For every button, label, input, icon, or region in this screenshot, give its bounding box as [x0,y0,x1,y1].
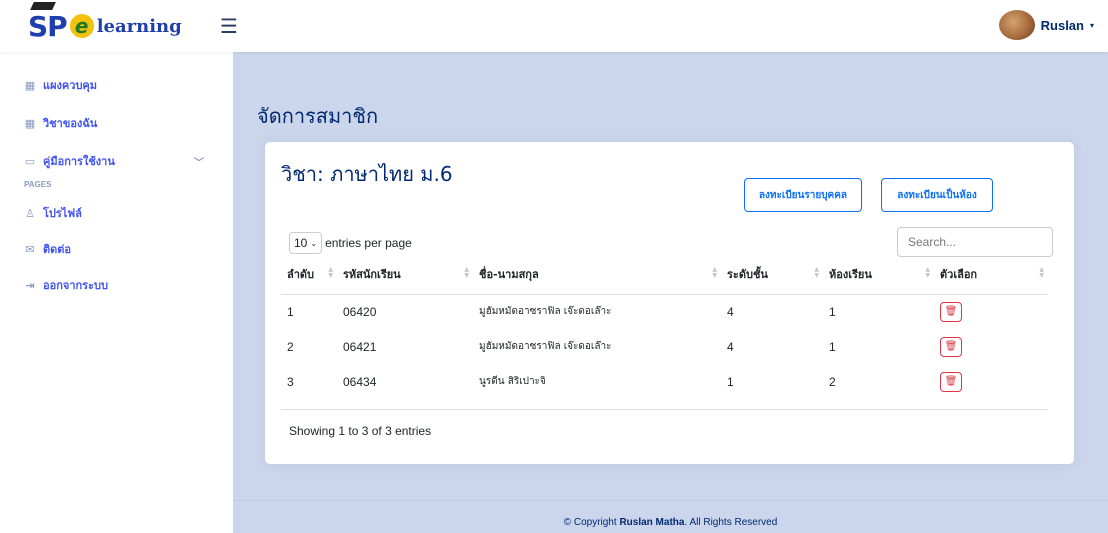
sidebar-item-label: คู่มือการใช้งาน [43,155,115,168]
sidebar-item-label: โปรไฟล์ [43,207,82,220]
sidebar-item-contact[interactable]: ✉ ติดต่อ [24,240,71,258]
table-row: 3 06434 นูรดีน สิริเปาะจิ 1 2 🗑 [281,364,1048,399]
page-title: จัดการสมาชิก [257,104,379,128]
cell-actions: 🗑 [934,329,1048,364]
sort-icon: ▲ ▼ [328,266,333,279]
cell-room: 2 [829,374,836,389]
sidebar-item-logout[interactable]: ⇥ ออกจากระบบ [24,276,108,294]
cell-no: 1 [287,304,294,319]
search-input[interactable] [897,227,1053,257]
footer: © Copyright Ruslan Matha. All Rights Res… [233,500,1108,533]
footer-suffix: . All Rights Reserved [684,517,778,528]
members-table: ลำดับ ▲ ▼ รหัสนักเรียน ▲ ▼ ชื่อ-นามสกุล ▲ ▼ ระ… [281,254,1048,399]
top-header: SP e learning ☰ Ruslan ▾ [0,0,1108,52]
person-icon: ♙ [25,206,35,220]
sidebar-item-profile[interactable]: ♙ โปรไฟล์ [24,204,82,222]
graduation-cap-icon [30,1,56,10]
cell-level: 4 [727,304,734,319]
delete-button[interactable]: 🗑 [940,336,962,357]
logo-sp: SP [28,1,68,43]
user-menu[interactable]: Ruslan ▾ [998,10,1094,40]
delete-button[interactable]: 🗑 [940,301,962,322]
chevron-down-icon[interactable]: ﹀ [194,154,204,169]
sidebar-item-my-courses[interactable]: ▦ วิชาของฉัน [24,114,98,132]
cell-room: 1 [829,304,836,319]
sort-icon: ▲ ▼ [1039,266,1044,279]
cell-level: 1 [727,374,734,389]
cell-level: 4 [727,339,734,354]
sidebar-item-label: ออกจากระบบ [43,279,108,292]
trash-icon: 🗑 [944,341,958,352]
main-content: จัดการสมาชิก วิชา: ภาษาไทย ม.6 ลงทะเบียน… [233,52,1108,533]
sidebar-item-label: วิชาของฉัน [43,117,98,130]
user-name[interactable]: Ruslan [1041,18,1084,33]
per-page-label: entries per page [325,236,412,250]
sort-icon: ▲ ▼ [925,266,930,279]
per-page-select[interactable]: 10 ⌄ [289,232,323,254]
register-individual-button[interactable]: ลงทะเบียนรายบุคคล [744,178,862,212]
column-header[interactable]: ห้องเรียน ▲ ▼ [823,254,934,295]
sidebar-item-manual[interactable]: ▭ คู่มือการใช้งาน ﹀ [24,152,204,170]
card-title: วิชา: ภาษาไทย ม.6 [281,162,453,186]
table-info: Showing 1 to 3 of 3 entries [289,424,432,438]
grid-icon: ▦ [24,78,36,92]
cell-id: 06420 [343,304,377,319]
chevron-down-icon[interactable]: ▾ [1090,21,1094,30]
register-classroom-button[interactable]: ลงทะเบียนเป็นห้อง [881,178,993,212]
column-header[interactable]: ตัวเลือก ▲ ▼ [934,254,1048,295]
nav-heading-pages: PAGES [24,180,52,189]
logo-text: learning [96,15,182,37]
members-card: วิชา: ภาษาไทย ม.6 ลงทะเบียนรายบุคคล ลงทะ… [265,142,1074,464]
cell-id: 06434 [343,374,377,389]
column-header[interactable]: ระดับชั้น ▲ ▼ [721,254,823,295]
book-icon: ▭ [24,154,36,168]
cell-name: นูรดีน สิริเปาะจิ [479,376,546,387]
sidebar: ▦ แผงควบคุม ▦ วิชาของฉัน ▭ คู่มือการใช้ง… [0,52,233,533]
envelope-icon: ✉ [25,242,35,256]
trash-icon: 🗑 [944,376,958,387]
delete-button[interactable]: 🗑 [940,371,962,392]
footer-name: Ruslan Matha [619,517,685,528]
table-header-row: ลำดับ ▲ ▼ รหัสนักเรียน ▲ ▼ ชื่อ-นามสกุล ▲ ▼ ระ… [281,254,1048,295]
column-header[interactable]: ชื่อ-นามสกุล ▲ ▼ [473,254,721,295]
cell-room: 1 [829,339,836,354]
per-page-control: 10 ⌄ entries per page [289,232,412,254]
sidebar-item-label: แผงควบคุม [43,79,98,92]
table-row: 2 06421 มูฮัมหมัดอาซราฟิล เจ๊ะดอเล๊าะ 4 … [281,329,1048,364]
table-divider [281,409,1048,410]
sidebar-item-label: ติดต่อ [43,243,72,256]
cell-actions: 🗑 [934,294,1048,329]
per-page-value: 10 [294,236,308,250]
sidebar-item-dashboard[interactable]: ▦ แผงควบคุม [24,76,97,94]
cell-actions: 🗑 [934,364,1048,399]
chevron-down-icon: ⌄ [310,238,318,248]
cell-id: 06421 [343,339,377,354]
table-row: 1 06420 มูฮัมหมัดอาซราฟิล เจ๊ะดอเล๊าะ 4 … [281,294,1048,329]
avatar[interactable] [998,10,1035,40]
column-header[interactable]: ลำดับ ▲ ▼ [281,254,337,295]
sort-icon: ▲ ▼ [464,266,469,279]
grid-icon: ▦ [24,116,36,130]
hamburger-icon[interactable]: ☰ [220,14,238,38]
footer-prefix: © Copyright [563,517,620,528]
trash-icon: 🗑 [944,306,958,318]
cell-no: 2 [287,339,294,354]
logout-icon: ⇥ [25,278,35,292]
sort-icon: ▲ ▼ [814,266,819,279]
cell-name: มูฮัมหมัดอาซราฟิล เจ๊ะดอเล๊าะ [479,306,612,318]
cell-name: มูฮัมหมัดอาซราฟิล เจ๊ะดอเล๊าะ [479,341,612,352]
logo[interactable]: SP e learning [28,1,182,44]
cell-no: 3 [287,374,294,389]
column-header[interactable]: รหัสนักเรียน ▲ ▼ [337,254,473,295]
logo-e-icon: e [69,14,94,38]
sort-icon: ▲ ▼ [712,266,717,279]
